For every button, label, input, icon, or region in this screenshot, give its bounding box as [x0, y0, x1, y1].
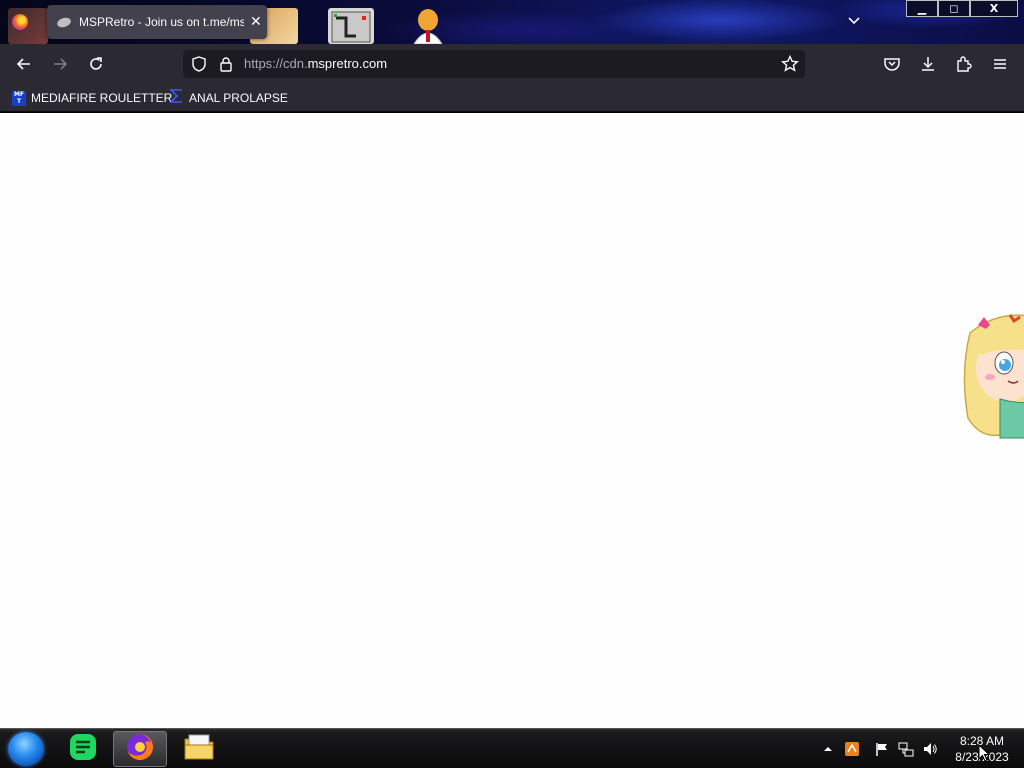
- mouse-cursor-icon: [978, 743, 991, 762]
- pocket-icon[interactable]: [880, 52, 904, 76]
- desktop-icon-4: [408, 8, 448, 45]
- sigma-icon: [169, 88, 184, 108]
- saucer-favicon-icon: [55, 15, 73, 29]
- extensions-icon[interactable]: [952, 52, 976, 76]
- show-hidden-icons-icon[interactable]: [820, 741, 836, 757]
- address-bar[interactable]: https://cdn.mspretro.com: [183, 50, 805, 78]
- back-icon[interactable]: [12, 52, 36, 76]
- downloads-icon[interactable]: [916, 52, 940, 76]
- url-prefix: https://cdn.: [244, 56, 308, 71]
- bookmark-label: ANAL PROLAPSE: [189, 91, 288, 105]
- menu-icon[interactable]: [988, 52, 1012, 76]
- navigation-toolbar: https://cdn.mspretro.com: [0, 44, 1024, 84]
- volume-icon[interactable]: [922, 741, 938, 757]
- action-center-flag-icon[interactable]: [874, 741, 890, 757]
- taskbar: 8:28 AM 8/23/2023: [0, 728, 1024, 768]
- system-tray: 8:28 AM 8/23/2023: [0, 729, 1024, 768]
- firefox-icon: [12, 14, 28, 30]
- url-text[interactable]: https://cdn.mspretro.com: [244, 56, 387, 71]
- tab-active[interactable]: MSPRetro - Join us on t.me/ms ✕: [47, 5, 267, 39]
- lock-icon[interactable]: [214, 52, 238, 76]
- tab-strip: MSPRetro - Join us on t.me/ms ✕ ▁ ◻ X: [0, 0, 1024, 45]
- list-all-tabs-icon[interactable]: [845, 12, 863, 30]
- shield-icon[interactable]: [187, 52, 211, 76]
- window-controls: ▁ ◻ X: [906, 0, 1018, 17]
- tray-app-icon[interactable]: [844, 741, 860, 757]
- page-content: [0, 113, 1024, 728]
- desktop-icon-3: [328, 8, 374, 44]
- bookmark-mediafire[interactable]: MF T MEDIAFIRE ROULETTER: [12, 89, 172, 107]
- network-icon[interactable]: [898, 741, 914, 757]
- maximize-button[interactable]: ◻: [938, 0, 970, 17]
- bookmark-anal-prolapse[interactable]: ANAL PROLAPSE: [169, 89, 288, 107]
- minimize-button[interactable]: ▁: [906, 0, 938, 17]
- mediafire-icon: MF T: [12, 90, 26, 106]
- forward-icon[interactable]: [48, 52, 72, 76]
- close-window-button[interactable]: X: [970, 0, 1018, 17]
- bookmark-label: MEDIAFIRE ROULETTER: [31, 91, 173, 105]
- tab-close-icon[interactable]: ✕: [250, 14, 262, 30]
- bookmark-star-icon[interactable]: [778, 52, 802, 76]
- tab-title: MSPRetro - Join us on t.me/ms: [79, 15, 244, 29]
- cartoon-character-image: [960, 313, 1024, 443]
- bookmarks-toolbar: MF T MEDIAFIRE ROULETTER ANAL PROLAPSE: [0, 84, 1024, 112]
- url-domain: mspretro.com: [307, 56, 388, 71]
- reload-icon[interactable]: [84, 52, 108, 76]
